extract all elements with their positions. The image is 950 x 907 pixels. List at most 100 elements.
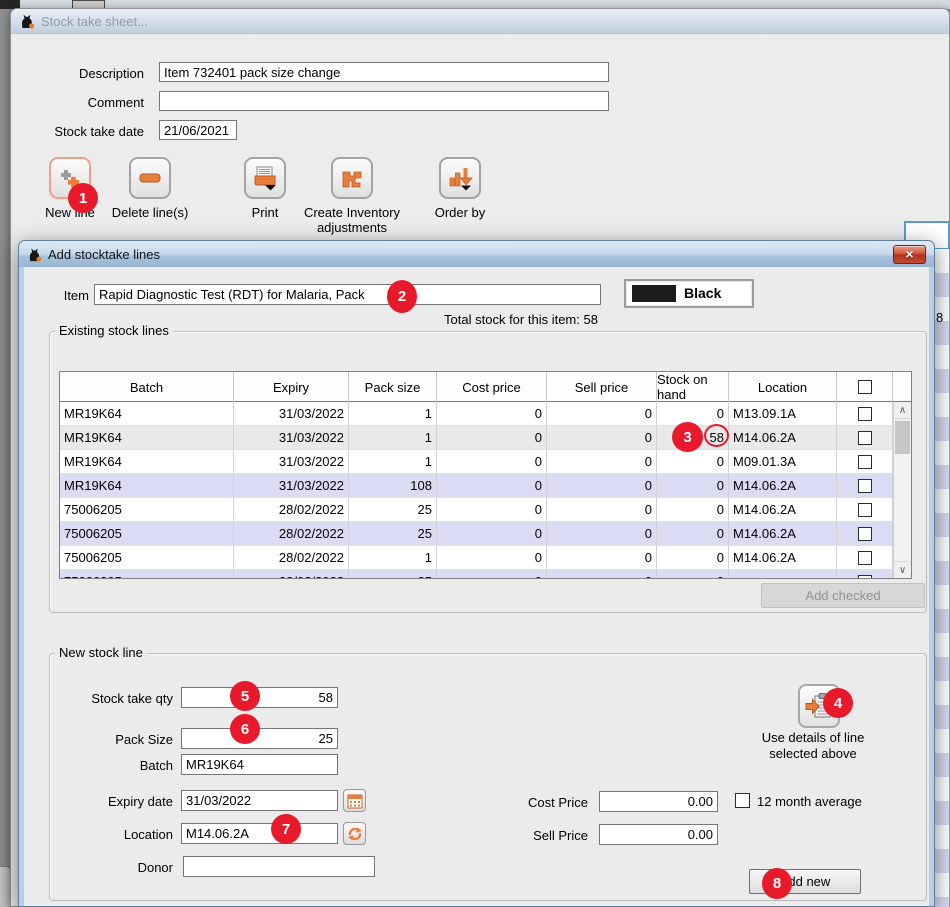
cell-sell: 0 bbox=[547, 402, 657, 426]
scroll-up-icon[interactable]: ∧ bbox=[894, 402, 911, 419]
scrollbar-thumb[interactable] bbox=[895, 421, 910, 454]
description-input[interactable] bbox=[159, 62, 609, 82]
cell-sell: 0 bbox=[547, 522, 657, 546]
cell-expiry: 31/03/2022 bbox=[234, 450, 349, 474]
row-checkbox[interactable] bbox=[858, 527, 872, 541]
donor-input[interactable] bbox=[183, 856, 375, 877]
cell-cost: 0 bbox=[437, 474, 547, 498]
col-sell-price[interactable]: Sell price bbox=[547, 372, 657, 402]
batch-label: Batch bbox=[39, 758, 173, 773]
table-row[interactable]: MR19K64 31/03/2022 1 0 0 0 M13.09.1A bbox=[60, 402, 893, 426]
cell-sell: 0 bbox=[547, 426, 657, 450]
add-stocktake-lines-dialog: Add stocktake lines × Item Black Total s… bbox=[18, 240, 935, 907]
cell-expiry: 28/02/2022 bbox=[234, 546, 349, 570]
col-batch[interactable]: Batch bbox=[60, 372, 234, 402]
cell-pack: 1 bbox=[349, 426, 437, 450]
batch-input[interactable] bbox=[181, 754, 338, 775]
comment-label: Comment bbox=[11, 95, 153, 110]
item-input[interactable] bbox=[94, 284, 601, 305]
table-scrollbar[interactable]: ∧ ∨ bbox=[893, 402, 911, 578]
table-row[interactable]: 75006205 28/02/2022 1 0 0 0 M14.06.2A bbox=[60, 546, 893, 570]
close-button[interactable]: × bbox=[893, 245, 926, 264]
cell-sell: 0 bbox=[547, 570, 657, 578]
sell-price-input[interactable] bbox=[599, 824, 718, 845]
print-icon bbox=[252, 165, 278, 191]
use-details-line2: selected above bbox=[769, 746, 856, 761]
annotation-5: 5 bbox=[230, 681, 260, 711]
cell-location: M09.01.3A bbox=[729, 450, 837, 474]
calendar-icon bbox=[347, 793, 363, 809]
table-row[interactable]: MR19K64 31/03/2022 1 0 0 0 M09.01.3A bbox=[60, 450, 893, 474]
delete-lines-label: Delete line(s) bbox=[100, 205, 200, 220]
stock-take-date-input[interactable] bbox=[159, 120, 237, 140]
row-checkbox[interactable] bbox=[858, 551, 872, 565]
cell-soh: 0 bbox=[657, 474, 729, 498]
cell-pack: 108 bbox=[349, 474, 437, 498]
table-row[interactable]: 75006205 28/02/2022 25 0 0 0 bbox=[60, 570, 893, 578]
cell-batch: MR19K64 bbox=[60, 474, 234, 498]
cell-cost: 0 bbox=[437, 426, 547, 450]
cell-location: M14.06.2A bbox=[729, 498, 837, 522]
cell-cost: 0 bbox=[437, 570, 547, 578]
col-expiry[interactable]: Expiry bbox=[234, 372, 349, 402]
cell-location: M13.09.1A bbox=[729, 402, 837, 426]
donor-label: Donor bbox=[39, 860, 173, 875]
cell-location: M14.06.2A bbox=[729, 474, 837, 498]
cell-batch: 75006205 bbox=[60, 498, 234, 522]
cost-price-label: Cost Price bbox=[479, 795, 588, 810]
cell-pack: 25 bbox=[349, 522, 437, 546]
cell-cost: 0 bbox=[437, 522, 547, 546]
order-by-button[interactable] bbox=[439, 157, 481, 199]
cell-pack: 25 bbox=[349, 498, 437, 522]
table-row[interactable]: 75006205 28/02/2022 25 0 0 0 M14.06.2A bbox=[60, 498, 893, 522]
cell-soh: 0 bbox=[657, 498, 729, 522]
col-location[interactable]: Location bbox=[729, 372, 837, 402]
order-by-label: Order by bbox=[410, 205, 510, 220]
dialog-titlebar[interactable]: Add stocktake lines bbox=[19, 241, 934, 267]
color-selector[interactable]: Black bbox=[624, 279, 754, 308]
add-checked-button[interactable]: Add checked bbox=[761, 583, 925, 608]
close-icon: × bbox=[905, 246, 913, 262]
location-label: Location bbox=[39, 827, 173, 842]
row-checkbox[interactable] bbox=[858, 431, 872, 445]
scroll-down-icon[interactable]: ∨ bbox=[894, 561, 911, 578]
cell-sell: 0 bbox=[547, 498, 657, 522]
cell-location bbox=[729, 570, 837, 578]
cell-cost: 0 bbox=[437, 498, 547, 522]
dialog-title: Add stocktake lines bbox=[48, 247, 160, 262]
col-stock-on-hand[interactable]: Stock on hand bbox=[657, 372, 729, 402]
cell-location: M14.06.2A bbox=[729, 546, 837, 570]
row-checkbox[interactable] bbox=[858, 479, 872, 493]
row-checkbox[interactable] bbox=[858, 407, 872, 421]
print-button[interactable] bbox=[244, 157, 286, 199]
table-row[interactable]: MR19K64 31/03/2022 1 0 0 58 M14.06.2A bbox=[60, 426, 893, 450]
twelve-month-average-checkbox[interactable] bbox=[735, 793, 750, 808]
app-cat-icon bbox=[19, 13, 35, 29]
cost-price-input[interactable] bbox=[599, 791, 718, 812]
table-row[interactable]: MR19K64 31/03/2022 108 0 0 0 M14.06.2A bbox=[60, 474, 893, 498]
stock-take-sheet-titlebar[interactable]: Stock take sheet... bbox=[11, 9, 949, 34]
create-inventory-adjustments-button[interactable] bbox=[331, 157, 373, 199]
stock-lines-table: Batch Expiry Pack size Cost price Sell p… bbox=[59, 371, 912, 579]
expiry-date-input[interactable] bbox=[181, 790, 338, 811]
select-all-checkbox[interactable] bbox=[858, 380, 872, 394]
pack-size-label: Pack Size bbox=[39, 732, 173, 747]
table-row[interactable]: 75006205 28/02/2022 25 0 0 0 M14.06.2A bbox=[60, 522, 893, 546]
cell-pack: 1 bbox=[349, 546, 437, 570]
comment-input[interactable] bbox=[159, 91, 609, 111]
row-checkbox[interactable] bbox=[858, 503, 872, 517]
annotation-2: 2 bbox=[387, 280, 417, 313]
cell-sell: 0 bbox=[547, 546, 657, 570]
refresh-location-button[interactable] bbox=[343, 822, 366, 845]
calendar-button[interactable] bbox=[343, 789, 366, 812]
color-swatch bbox=[632, 285, 676, 302]
row-checkbox[interactable] bbox=[858, 455, 872, 469]
location-input[interactable] bbox=[181, 823, 338, 844]
cell-batch: MR19K64 bbox=[60, 426, 234, 450]
app-cat-icon bbox=[27, 247, 42, 262]
cell-batch: 75006205 bbox=[60, 522, 234, 546]
row-checkbox[interactable] bbox=[858, 575, 872, 579]
delete-lines-button[interactable] bbox=[129, 157, 171, 199]
col-pack-size[interactable]: Pack size bbox=[349, 372, 437, 402]
col-cost-price[interactable]: Cost price bbox=[437, 372, 547, 402]
